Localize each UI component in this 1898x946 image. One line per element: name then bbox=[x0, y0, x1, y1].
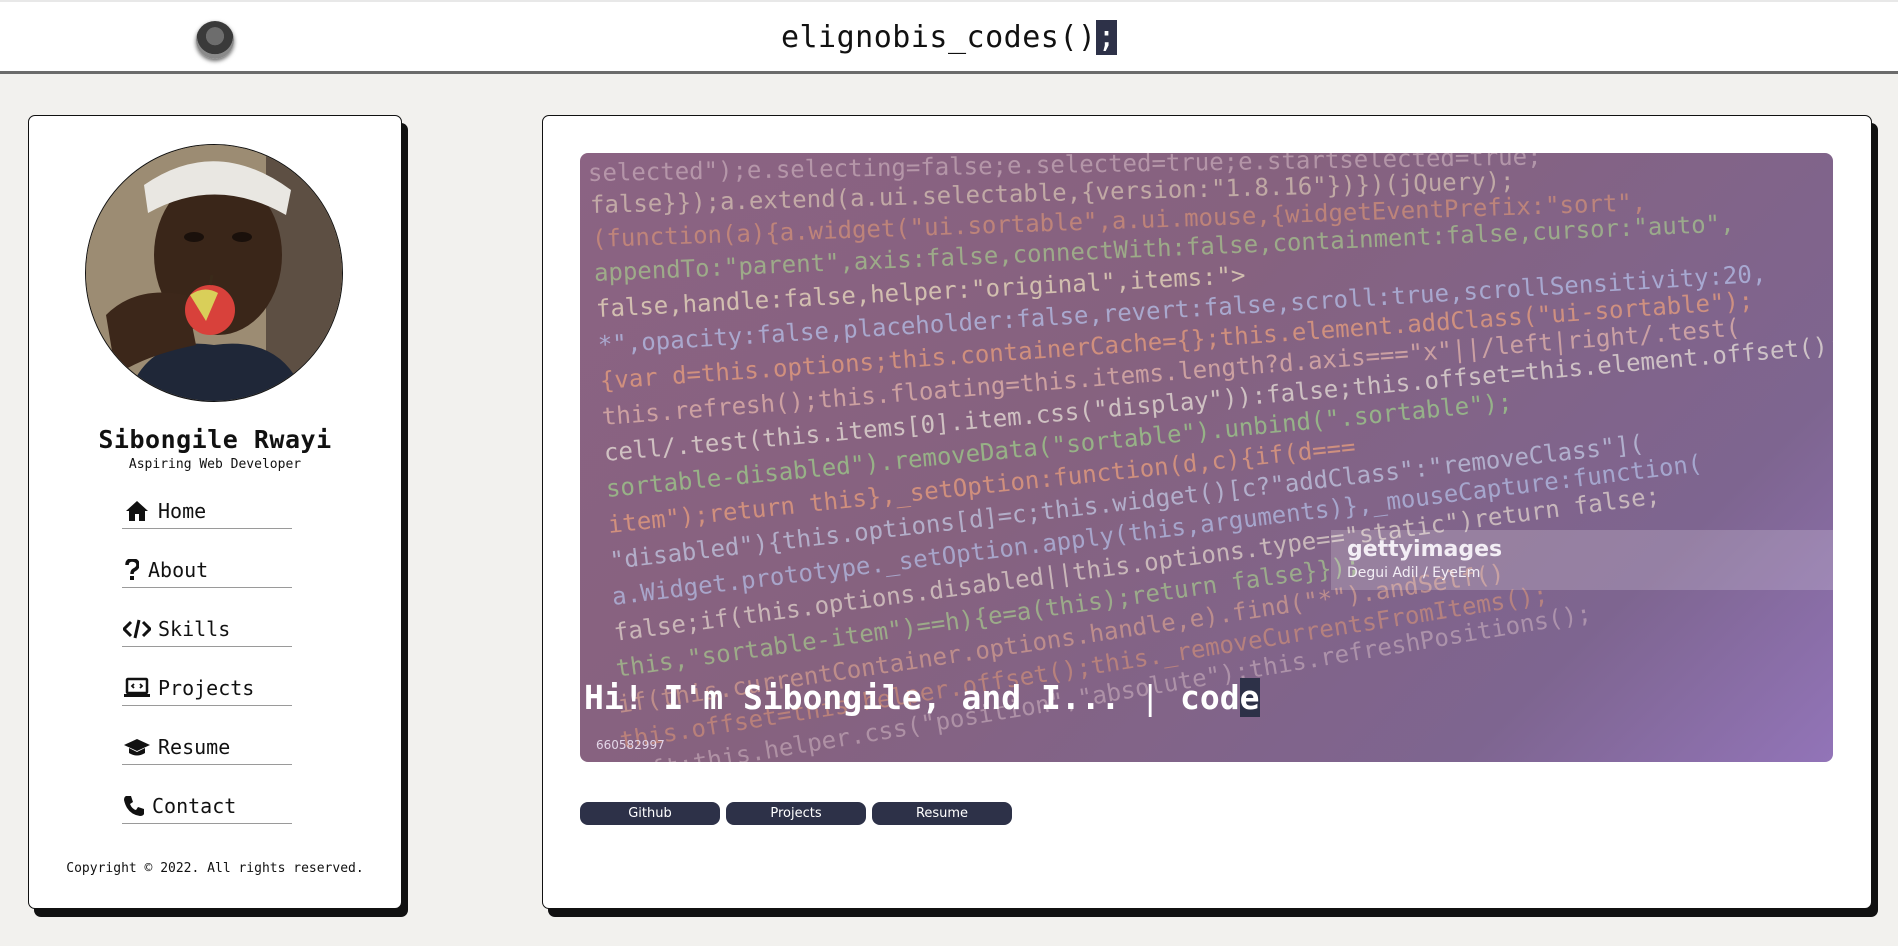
site-title-text: elignobis_codes() bbox=[780, 20, 1097, 55]
nav-item-about[interactable]: About bbox=[122, 553, 292, 588]
nav-item-label: Resume bbox=[158, 735, 231, 759]
profile-tagline: Aspiring Web Developer bbox=[128, 457, 302, 472]
graduation-cap-icon bbox=[122, 737, 152, 757]
typewriter-word-last-char: e bbox=[1239, 678, 1260, 717]
site-title: elignobis_codes(); bbox=[0, 20, 1898, 55]
nav-item-home[interactable]: Home bbox=[122, 494, 292, 529]
sidebar-nav: Home About Skills Projects Resume Contac… bbox=[122, 494, 292, 848]
typewriter-intro: Hi! I'm Sibongile, and I... bbox=[584, 678, 1141, 717]
site-title-cursor: ; bbox=[1096, 20, 1118, 55]
top-header: elignobis_codes(); bbox=[0, 0, 1898, 74]
nav-item-label: Skills bbox=[158, 617, 231, 641]
nav-item-contact[interactable]: Contact bbox=[122, 789, 292, 824]
image-id: 660582997 bbox=[596, 738, 665, 752]
watermark-brand: gettyimages bbox=[1347, 537, 1503, 562]
getty-watermark: gettyimages Degui Adil / EyeEm bbox=[1331, 530, 1833, 590]
code-icon bbox=[122, 619, 152, 639]
typewriter-cursor: | bbox=[1140, 678, 1161, 717]
typewriter-word: cod bbox=[1160, 678, 1240, 717]
main-panel: selected");e.selecting=false;e.selected=… bbox=[542, 115, 1872, 909]
copyright-text: Copyright © 2022. All rights reserved. bbox=[66, 861, 364, 876]
nav-item-projects[interactable]: Projects bbox=[122, 671, 292, 706]
nav-item-label: Contact bbox=[152, 794, 237, 818]
profile-sidebar: Sibongile Rwayi Aspiring Web Developer H… bbox=[28, 115, 402, 909]
phone-icon bbox=[122, 795, 146, 817]
profile-name: Sibongile Rwayi bbox=[98, 425, 332, 454]
nav-item-resume[interactable]: Resume bbox=[122, 730, 292, 765]
question-icon bbox=[122, 559, 142, 581]
watermark-credit: Degui Adil / EyeEm bbox=[1347, 565, 1481, 581]
laptop-icon bbox=[122, 677, 152, 699]
github-button[interactable]: Github bbox=[580, 802, 720, 825]
profile-photo bbox=[85, 144, 343, 402]
typewriter-text: Hi! I'm Sibongile, and I... | code bbox=[584, 678, 1260, 717]
nav-item-label: Home bbox=[158, 499, 207, 523]
resume-button[interactable]: Resume bbox=[872, 802, 1012, 825]
hero-banner: selected");e.selecting=false;e.selected=… bbox=[580, 153, 1833, 762]
nav-item-label: Projects bbox=[158, 676, 255, 700]
hero-code-background: selected");e.selecting=false;e.selected=… bbox=[580, 153, 1833, 762]
home-icon bbox=[122, 500, 152, 522]
nav-item-label: About bbox=[148, 558, 209, 582]
projects-button[interactable]: Projects bbox=[726, 802, 866, 825]
nav-item-skills[interactable]: Skills bbox=[122, 612, 292, 647]
link-buttons: Github Projects Resume bbox=[580, 802, 1012, 825]
